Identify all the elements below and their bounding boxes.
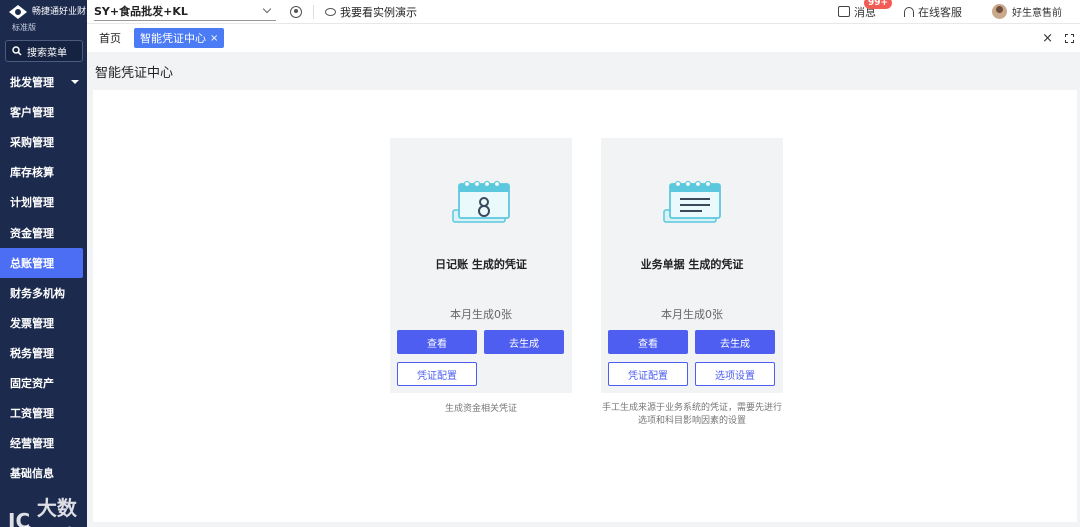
view-button[interactable]: 查看: [397, 330, 477, 354]
menu-search-button[interactable]: 搜索菜单: [5, 40, 83, 62]
journal-voucher-card: 日记账 生成的凭证 本月生成0张 查看 去生成 凭证配置: [390, 138, 572, 393]
sidebar-item-fixed-assets[interactable]: 固定资产: [0, 368, 87, 398]
sidebar-item-label: 发票管理: [10, 316, 54, 330]
main-content: 日记账 生成的凭证 本月生成0张 查看 去生成 凭证配置 生成资金相关凭证 业务…: [93, 90, 1077, 522]
sidebar-item-label: 经营管理: [10, 437, 54, 451]
search-icon: [12, 46, 22, 56]
sidebar-item-label: 总账管理: [10, 256, 54, 270]
card-count: 本月生成0张: [661, 308, 723, 321]
tab-smart-voucher-center[interactable]: 智能凭证中心 ×: [134, 28, 225, 48]
sidebar-item-wholesale[interactable]: 批发管理: [0, 67, 87, 97]
generate-button[interactable]: 去生成: [695, 330, 775, 354]
sidebar: 畅捷通好业财 标准版 搜索菜单 批发管理 客户管理 采购管理 库存核算 计划管理…: [0, 0, 87, 527]
close-all-tabs-icon[interactable]: ×: [1042, 31, 1053, 46]
voucher-config-button[interactable]: 凭证配置: [608, 362, 688, 386]
brand-name: 畅捷通好业财: [32, 7, 87, 17]
user-menu[interactable]: 好生意售前: [992, 4, 1062, 19]
sidebar-item-planning[interactable]: 计划管理: [0, 187, 87, 217]
sidebar-item-label: 库存核算: [10, 166, 54, 180]
company-name: SY+食品批发+KL: [94, 5, 188, 18]
brand: 畅捷通好业财 标准版: [0, 0, 87, 36]
messages-badge: 99+: [864, 0, 893, 9]
brand-edition: 标准版: [12, 23, 36, 32]
chevron-down-icon: [262, 4, 272, 14]
sidebar-item-invoice[interactable]: 发票管理: [0, 308, 87, 338]
user-name: 好生意售前: [1012, 8, 1062, 19]
avatar: [992, 4, 1007, 19]
sidebar-item-label: 基础信息: [10, 467, 54, 481]
sidebar-item-label: 采购管理: [10, 136, 54, 150]
sidebar-item-label: 资金管理: [10, 226, 54, 240]
watermark-text: 大数跨境: [36, 496, 77, 527]
document-icon: [663, 180, 721, 223]
divider: [313, 4, 314, 19]
voucher-config-button[interactable]: 凭证配置: [397, 362, 477, 386]
planet-icon: [325, 7, 336, 16]
card-title: 日记账 生成的凭证: [435, 258, 527, 271]
company-selector[interactable]: SY+食品批发+KL: [94, 3, 276, 21]
generate-button[interactable]: 去生成: [484, 330, 564, 354]
brand-logo-icon: [9, 5, 27, 19]
card-description: 生成资金相关凭证: [444, 404, 517, 414]
sidebar-item-payroll[interactable]: 工资管理: [0, 398, 87, 428]
sidebar-item-inventory[interactable]: 库存核算: [0, 157, 87, 187]
card-count: 本月生成0张: [450, 308, 512, 321]
card-description-line: 选项和科目影响因素的设置: [637, 416, 746, 426]
close-icon[interactable]: ×: [210, 33, 218, 44]
topbar: SY+食品批发+KL 我要看实例演示 消息 99+ 在线客服 好生意售前: [87, 0, 1080, 24]
card-description-line: 手工生成来源于业务系统的凭证，需要先进行: [601, 403, 782, 413]
sidebar-item-operations[interactable]: 经营管理: [0, 428, 87, 458]
topbar-right: 消息 99+ 在线客服 好生意售前: [838, 0, 1080, 24]
business-voucher-card: 业务单据 生成的凭证 本月生成0张 查看 去生成 凭证配置 选项设置: [601, 138, 783, 393]
sidebar-item-label: 工资管理: [10, 407, 54, 421]
headset-icon: [904, 6, 914, 17]
message-icon: [838, 6, 850, 17]
sidebar-item-label: 固定资产: [10, 376, 54, 390]
view-button[interactable]: 查看: [608, 330, 688, 354]
sidebar-item-label: 批发管理: [10, 76, 54, 90]
messages-button[interactable]: 消息 99+: [838, 0, 893, 20]
sidebar-item-funds[interactable]: 资金管理: [0, 217, 87, 247]
demo-link[interactable]: 我要看实例演示: [325, 4, 417, 20]
tabs-bar: 首页 智能凭证中心 × ×: [87, 24, 1080, 52]
tab-home[interactable]: 首页: [99, 30, 121, 46]
sidebar-item-tax[interactable]: 税务管理: [0, 338, 87, 368]
card-title: 业务单据 生成的凭证: [640, 258, 744, 271]
fullscreen-icon[interactable]: [1065, 33, 1074, 43]
page-title: 智能凭证中心: [95, 66, 174, 81]
sidebar-item-label: 客户管理: [10, 106, 54, 120]
demo-label: 我要看实例演示: [340, 5, 417, 19]
sidebar-item-general-ledger[interactable]: 总账管理: [0, 247, 83, 278]
card-description: 手工生成来源于业务系统的凭证，需要先进行 选项和科目影响因素的设置: [595, 402, 789, 428]
sidebar-item-purchase[interactable]: 采购管理: [0, 127, 87, 157]
gear-icon[interactable]: ⚙: [22, 523, 33, 527]
caret-down-icon: [71, 80, 79, 84]
sidebar-item-multi-org[interactable]: 财务多机构: [0, 278, 87, 308]
watermark: IC ⚙ 大数跨境: [8, 492, 87, 527]
sidebar-item-label: 税务管理: [10, 346, 54, 360]
online-service-button[interactable]: 在线客服: [904, 4, 962, 20]
options-settings-button[interactable]: 选项设置: [695, 362, 775, 386]
sidebar-item-label: 计划管理: [10, 196, 54, 210]
settings-icon[interactable]: [290, 5, 302, 18]
tab-label: 智能凭证中心: [140, 32, 206, 45]
tab-tools: ×: [1042, 31, 1074, 46]
calendar-icon: [452, 180, 510, 223]
sidebar-item-label: 财务多机构: [10, 286, 65, 300]
sidebar-item-customer[interactable]: 客户管理: [0, 97, 87, 127]
sidebar-menu: 批发管理 客户管理 采购管理 库存核算 计划管理 资金管理 总账管理 财务多机构…: [0, 67, 87, 488]
menu-search-label: 搜索菜单: [27, 47, 67, 59]
service-label: 在线客服: [918, 5, 962, 19]
sidebar-item-basic-info[interactable]: 基础信息: [0, 458, 87, 488]
